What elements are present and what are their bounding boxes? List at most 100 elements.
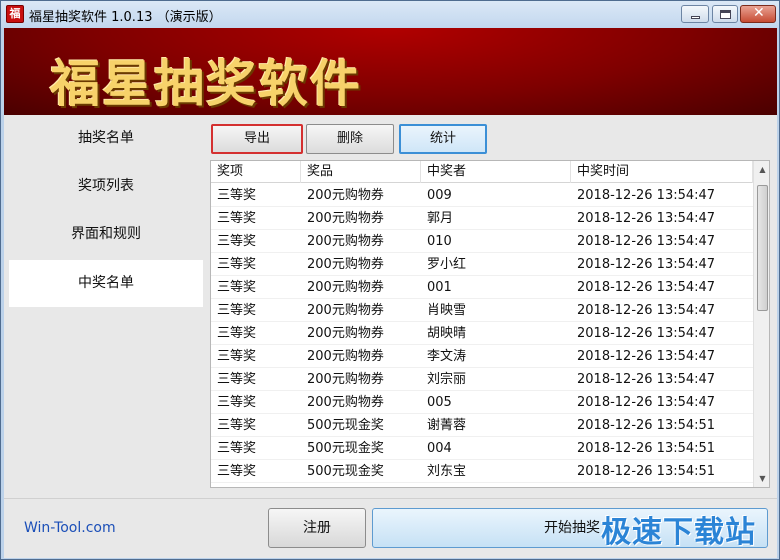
- cell-prize-level: 三等奖: [217, 441, 257, 456]
- cell-prize: 200元购物券: [307, 234, 384, 249]
- minimize-button[interactable]: [681, 5, 709, 23]
- table-header: 奖项 奖品 中奖者 中奖时间: [211, 161, 753, 183]
- sidebar-item-ui-rules[interactable]: 界面和规则: [9, 211, 203, 258]
- start-draw-label: 开始抽奖: [544, 520, 600, 536]
- cell-winner: 005: [427, 395, 452, 410]
- cell-time: 2018-12-26 13:54:51: [577, 441, 716, 456]
- cell-prize-level: 三等奖: [217, 303, 257, 318]
- cell-prize-level: 三等奖: [217, 188, 257, 203]
- table-row[interactable]: 三等奖 500元现金奖 004 2018-12-26 13:54:51: [211, 437, 753, 460]
- table-row[interactable]: 三等奖 200元购物券 005 2018-12-26 13:54:47: [211, 391, 753, 414]
- cell-time: 2018-12-26 13:54:47: [577, 395, 716, 410]
- column-header-prize[interactable]: 奖品: [301, 161, 421, 183]
- sidebar-item-draw-list[interactable]: 抽奖名单: [9, 115, 203, 162]
- banner-title: 福星抽奖软件: [50, 55, 362, 113]
- cell-prize-level: 三等奖: [217, 326, 257, 341]
- cell-winner: 胡映晴: [427, 326, 467, 341]
- cell-prize: 200元购物券: [307, 395, 384, 410]
- column-header-prize-level[interactable]: 奖项: [211, 161, 301, 183]
- cell-time: 2018-12-26 13:54:47: [577, 349, 716, 364]
- minimize-icon: [691, 16, 700, 19]
- table-row[interactable]: 三等奖 200元购物券 李文涛 2018-12-26 13:54:47: [211, 345, 753, 368]
- column-header-winner[interactable]: 中奖者: [421, 161, 571, 183]
- sidebar-item-prize-list[interactable]: 奖项列表: [9, 163, 203, 210]
- cell-prize-level: 三等奖: [217, 211, 257, 226]
- table-row[interactable]: 三等奖 500元现金奖 谢菁蓉 2018-12-26 13:54:51: [211, 414, 753, 437]
- cell-prize: 200元购物券: [307, 326, 384, 341]
- maximize-button[interactable]: [712, 5, 738, 23]
- table-row[interactable]: 三等奖 200元购物券 010 2018-12-26 13:54:47: [211, 230, 753, 253]
- header-banner: 福星抽奖软件: [4, 28, 777, 115]
- window-title: 福星抽奖软件 1.0.13 （演示版）: [29, 10, 222, 25]
- scrollbar-thumb[interactable]: [757, 185, 768, 311]
- cell-prize-level: 三等奖: [217, 372, 257, 387]
- cell-winner: 李文涛: [427, 349, 467, 364]
- table-row[interactable]: 三等奖 200元购物券 肖映雪 2018-12-26 13:54:47: [211, 299, 753, 322]
- main-panel: 导出 删除 统计 奖项 奖品 中奖者 中奖时间 三等奖 200元购物券 009 201…: [203, 115, 777, 498]
- cell-time: 2018-12-26 13:54:47: [577, 188, 716, 203]
- table-row[interactable]: 三等奖 200元购物券 009 2018-12-26 13:54:47: [211, 184, 753, 207]
- cell-winner: 郭月: [427, 211, 454, 226]
- app-logo-icon: 福: [6, 5, 24, 23]
- vertical-scrollbar[interactable]: ▲ ▼: [753, 161, 769, 487]
- cell-prize-level: 三等奖: [217, 234, 257, 249]
- table-row[interactable]: 三等奖 200元购物券 罗小红 2018-12-26 13:54:47: [211, 253, 753, 276]
- cell-time: 2018-12-26 13:54:47: [577, 211, 716, 226]
- register-button[interactable]: 注册: [268, 508, 366, 548]
- cell-time: 2018-12-26 13:54:47: [577, 280, 716, 295]
- cell-time: 2018-12-26 13:54:47: [577, 234, 716, 249]
- cell-winner: 肖映雪: [427, 303, 467, 318]
- app-window: 福 福星抽奖软件 1.0.13 （演示版） ✕ 福星抽奖软件 抽奖名单 奖项列表…: [0, 0, 780, 560]
- cell-winner: 001: [427, 280, 452, 295]
- maximize-icon: [720, 10, 731, 19]
- cell-prize: 200元购物券: [307, 257, 384, 272]
- cell-winner: 罗小红: [427, 257, 467, 272]
- cell-prize-level: 三等奖: [217, 349, 257, 364]
- cell-time: 2018-12-26 13:54:47: [577, 303, 716, 318]
- watermark-text: 极速下载站: [601, 515, 756, 550]
- export-button[interactable]: 导出: [211, 124, 303, 154]
- cell-prize: 500元现金奖: [307, 418, 384, 433]
- cell-prize: 200元购物券: [307, 349, 384, 364]
- cell-prize-level: 三等奖: [217, 280, 257, 295]
- title-bar[interactable]: 福 福星抽奖软件 1.0.13 （演示版） ✕: [1, 1, 779, 28]
- cell-prize: 500元现金奖: [307, 464, 384, 479]
- cell-prize-level: 三等奖: [217, 418, 257, 433]
- cell-winner: 010: [427, 234, 452, 249]
- cell-time: 2018-12-26 13:54:47: [577, 372, 716, 387]
- cell-time: 2018-12-26 13:54:47: [577, 326, 716, 341]
- scroll-up-icon[interactable]: ▲: [754, 161, 769, 178]
- cell-winner: 刘东宝: [427, 464, 467, 479]
- sidebar-item-winners[interactable]: 中奖名单: [9, 260, 203, 307]
- close-button[interactable]: ✕: [740, 5, 776, 23]
- table-row[interactable]: 三等奖 200元购物券 郭月 2018-12-26 13:54:47: [211, 207, 753, 230]
- cell-time: 2018-12-26 13:54:51: [577, 418, 716, 433]
- cell-winner: 004: [427, 441, 452, 456]
- winners-table: 奖项 奖品 中奖者 中奖时间 三等奖 200元购物券 009 2018-12-26 1…: [210, 160, 770, 488]
- close-icon: ✕: [753, 5, 765, 21]
- table-row[interactable]: 三等奖 200元购物券 001 2018-12-26 13:54:47: [211, 276, 753, 299]
- cell-prize-level: 三等奖: [217, 395, 257, 410]
- sidebar-nav: 抽奖名单 奖项列表 界面和规则 中奖名单: [4, 115, 203, 498]
- delete-button[interactable]: 删除: [306, 124, 394, 154]
- cell-winner: 谢菁蓉: [427, 418, 467, 433]
- cell-prize-level: 三等奖: [217, 257, 257, 272]
- table-row[interactable]: 三等奖 200元购物券 胡映晴 2018-12-26 13:54:47: [211, 322, 753, 345]
- cell-prize: 200元购物券: [307, 372, 384, 387]
- cell-winner: 刘宗丽: [427, 372, 467, 387]
- cell-winner: 009: [427, 188, 452, 203]
- table-row[interactable]: 三等奖 500元现金奖 刘东宝 2018-12-26 13:54:51: [211, 460, 753, 483]
- cell-prize: 200元购物券: [307, 211, 384, 226]
- cell-prize: 200元购物券: [307, 280, 384, 295]
- table-row[interactable]: 三等奖 200元购物券 刘宗丽 2018-12-26 13:54:47: [211, 368, 753, 391]
- cell-prize: 200元购物券: [307, 188, 384, 203]
- scroll-down-icon[interactable]: ▼: [754, 470, 769, 487]
- cell-prize: 200元购物券: [307, 303, 384, 318]
- cell-time: 2018-12-26 13:54:51: [577, 464, 716, 479]
- column-header-time[interactable]: 中奖时间: [571, 161, 753, 183]
- cell-prize: 500元现金奖: [307, 441, 384, 456]
- website-link[interactable]: Win-Tool.com: [24, 520, 116, 536]
- cell-time: 2018-12-26 13:54:47: [577, 257, 716, 272]
- cell-prize-level: 三等奖: [217, 464, 257, 479]
- stats-button[interactable]: 统计: [399, 124, 487, 154]
